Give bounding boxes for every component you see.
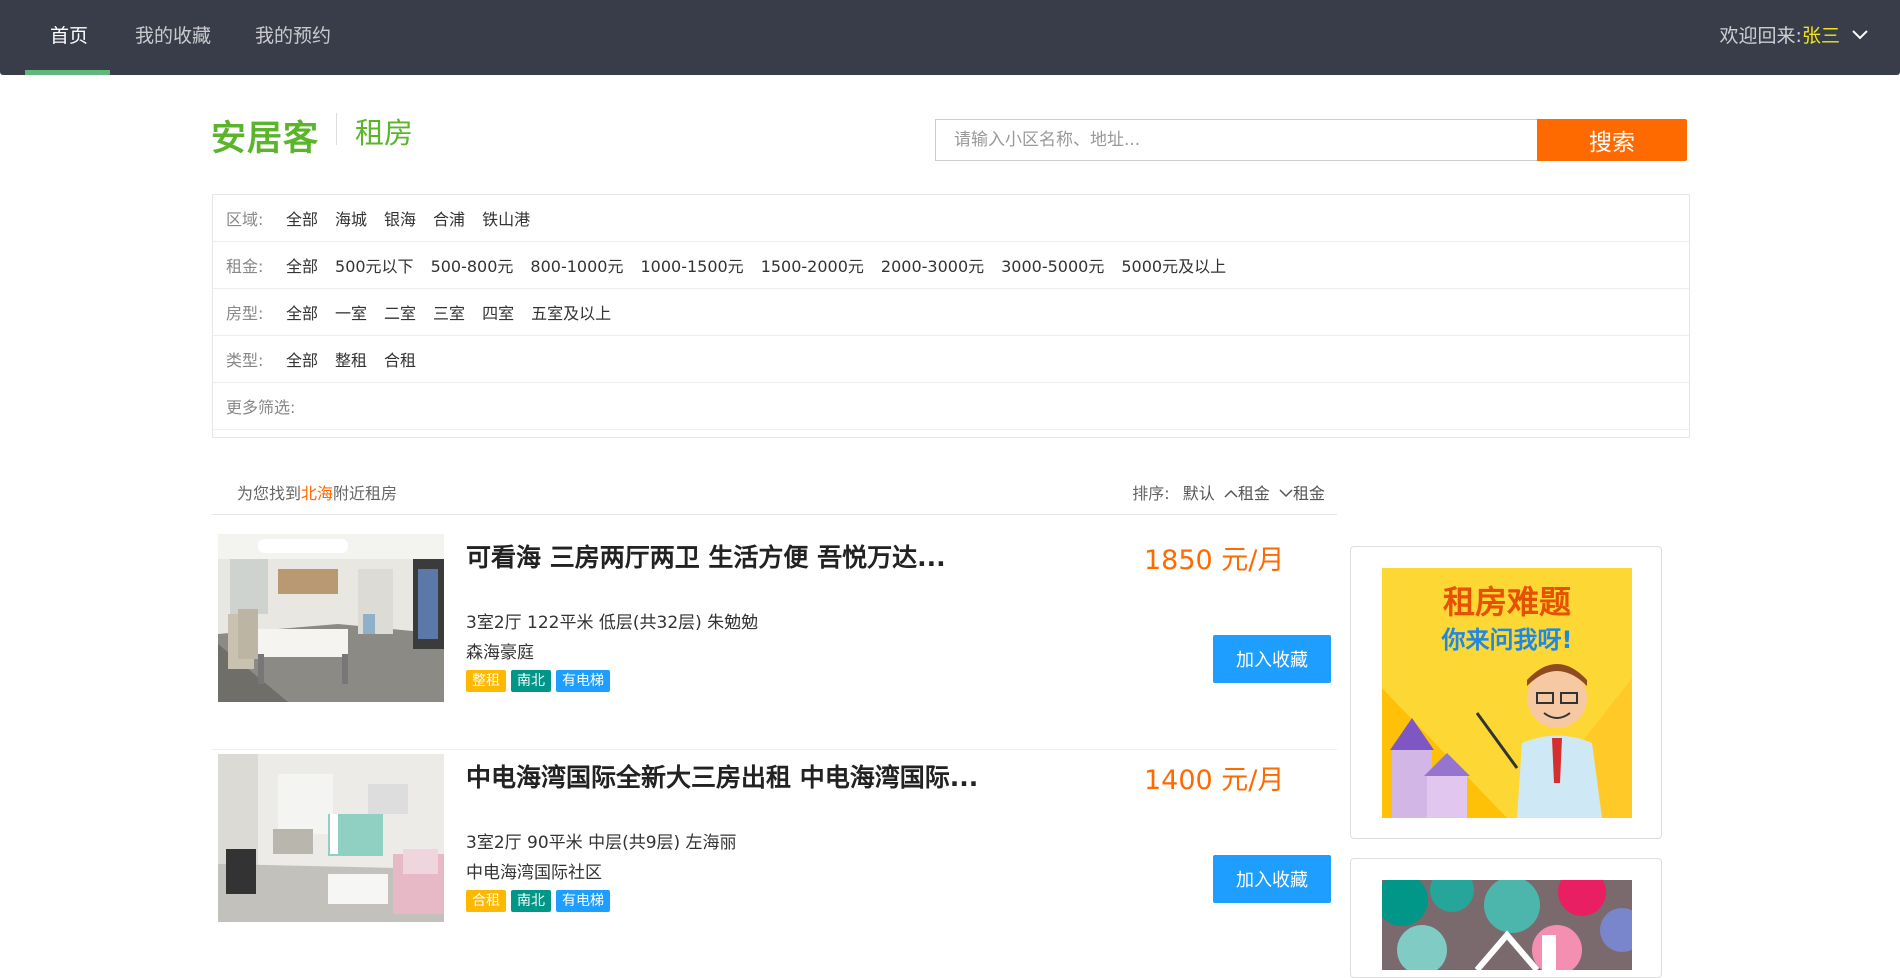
listing-card: 可看海 三房两厅两卫 生活方便 吾悦万达... 1850 元/月 3室2厅 12…: [212, 534, 1337, 754]
sort-default[interactable]: 默认: [1183, 484, 1215, 503]
filter-label: 更多筛选:: [226, 398, 296, 417]
filter-row-rent: 租金: 全部 500元以下 500-800元 800-1000元 1000-15…: [213, 242, 1689, 289]
welcome-text: 欢迎回来:: [1719, 25, 1802, 47]
result-summary: 为您找到北海附近租房: [237, 480, 397, 504]
listing-title[interactable]: 中电海湾国际全新大三房出租 中电海湾国际...: [466, 758, 978, 794]
top-nav: 首页 我的收藏 我的预约 欢迎回来:张三: [0, 0, 1900, 75]
listing-photo[interactable]: [218, 754, 444, 922]
logo-divider: [336, 113, 337, 145]
filter-option[interactable]: 合租: [384, 347, 416, 371]
filter-label: 类型:: [226, 351, 264, 370]
filter-option[interactable]: 3000-5000元: [1001, 253, 1104, 277]
listing-title[interactable]: 可看海 三房两厅两卫 生活方便 吾悦万达...: [466, 538, 946, 574]
result-suffix: 附近租房: [333, 484, 398, 503]
user-menu[interactable]: 欢迎回来:张三: [1720, 0, 1868, 75]
filter-option[interactable]: 二室: [384, 300, 416, 324]
chevron-down-icon: [1279, 488, 1293, 497]
filter-option[interactable]: 800-1000元: [530, 253, 623, 277]
listing-details: 3室2厅 122平米 低层(共32层) 朱勉勉: [466, 613, 759, 633]
filter-row-type: 类型: 全部 整租 合租: [213, 336, 1689, 383]
chevron-up-icon: [1224, 489, 1238, 498]
listing-price: 1400 元/月: [1144, 765, 1285, 796]
filter-option[interactable]: 1000-1500元: [640, 253, 743, 277]
ad-subline: 你来问我呀!: [1441, 626, 1573, 654]
filter-option[interactable]: 四室: [482, 300, 514, 324]
active-nav-indicator: [25, 70, 110, 75]
sort-label: 排序:: [1132, 484, 1170, 503]
tag-rent-type: 整租: [466, 670, 506, 692]
filter-option[interactable]: 1500-2000元: [761, 253, 864, 277]
filter-row-more: 更多筛选:: [213, 383, 1689, 430]
listing-community[interactable]: 中电海湾国际社区: [466, 858, 602, 883]
listing-divider: [212, 749, 1337, 750]
filter-option[interactable]: 银海: [384, 206, 416, 230]
filter-option[interactable]: 铁山港: [482, 206, 530, 230]
nav-item-favorites[interactable]: 我的收藏: [135, 0, 211, 75]
sort-rent-desc[interactable]: 租金: [1293, 484, 1325, 503]
search-button[interactable]: 搜索: [1537, 119, 1687, 161]
filter-option[interactable]: 全部: [286, 300, 318, 324]
filter-label: 区域:: [226, 210, 264, 229]
chevron-down-icon: [1852, 30, 1868, 40]
listing-tags: 整租 南北 有电梯: [466, 670, 610, 692]
filter-option[interactable]: 全部: [286, 253, 318, 277]
filter-option[interactable]: 500元以下: [335, 253, 414, 277]
filter-option[interactable]: 五室及以上: [531, 300, 611, 324]
tag-elevator: 有电梯: [556, 670, 610, 692]
search-input[interactable]: [935, 119, 1538, 161]
ad-banner-home: [1382, 880, 1632, 970]
result-header: 为您找到北海附近租房 排序: 默认 租金 租金: [212, 470, 1337, 515]
filter-option[interactable]: 2000-3000元: [881, 253, 984, 277]
add-favorite-button[interactable]: 加入收藏: [1213, 855, 1331, 903]
filter-option[interactable]: 整租: [335, 347, 367, 371]
result-prefix: 为您找到: [237, 484, 302, 503]
filter-row-area: 区域: 全部 海城 银海 合浦 铁山港: [213, 195, 1689, 242]
sidebar-ad[interactable]: 租房难题 你来问我呀!: [1350, 546, 1662, 839]
filter-option[interactable]: 500-800元: [431, 253, 514, 277]
result-city[interactable]: 北海: [301, 484, 333, 503]
listing-price: 1850 元/月: [1144, 545, 1285, 576]
site-logo[interactable]: 安居客: [211, 110, 319, 159]
listing-tags: 合租 南北 有电梯: [466, 890, 610, 912]
filter-label: 租金:: [226, 257, 264, 276]
nav-item-appointments[interactable]: 我的预约: [255, 0, 331, 75]
tag-orientation: 南北: [511, 670, 551, 692]
sort-rent-asc[interactable]: 租金: [1238, 484, 1270, 503]
filter-panel: 区域: 全部 海城 银海 合浦 铁山港 租金: 全部 500元以下 500-80…: [212, 194, 1690, 438]
nav-item-home[interactable]: 首页: [50, 0, 88, 75]
filter-option[interactable]: 一室: [335, 300, 367, 324]
listing-card: 中电海湾国际全新大三房出租 中电海湾国际... 1400 元/月 3室2厅 90…: [212, 754, 1337, 974]
filter-label: 房型:: [226, 304, 264, 323]
tag-orientation: 南北: [511, 890, 551, 912]
filter-option[interactable]: 海城: [335, 206, 367, 230]
listing-photo[interactable]: [218, 534, 444, 702]
filter-option[interactable]: 5000元及以上: [1121, 253, 1226, 277]
sidebar-ad[interactable]: [1350, 858, 1662, 978]
filter-option[interactable]: 全部: [286, 347, 318, 371]
add-favorite-button[interactable]: 加入收藏: [1213, 635, 1331, 683]
filter-option[interactable]: 全部: [286, 206, 318, 230]
username: 张三: [1801, 25, 1840, 47]
sort-controls: 排序: 默认 租金 租金: [1132, 480, 1325, 504]
ad-banner-faq: 租房难题 你来问我呀!: [1382, 568, 1632, 818]
filter-option[interactable]: 合浦: [433, 206, 465, 230]
ad-headline: 租房难题: [1443, 583, 1571, 621]
filter-row-layout: 房型: 全部 一室 二室 三室 四室 五室及以上: [213, 289, 1689, 336]
tag-rent-type: 合租: [466, 890, 506, 912]
listing-community[interactable]: 森海豪庭: [466, 638, 534, 663]
tag-elevator: 有电梯: [556, 890, 610, 912]
section-title: 租房: [355, 116, 414, 150]
filter-option[interactable]: 三室: [433, 300, 465, 324]
listing-details: 3室2厅 90平米 中层(共9层) 左海丽: [466, 833, 737, 853]
